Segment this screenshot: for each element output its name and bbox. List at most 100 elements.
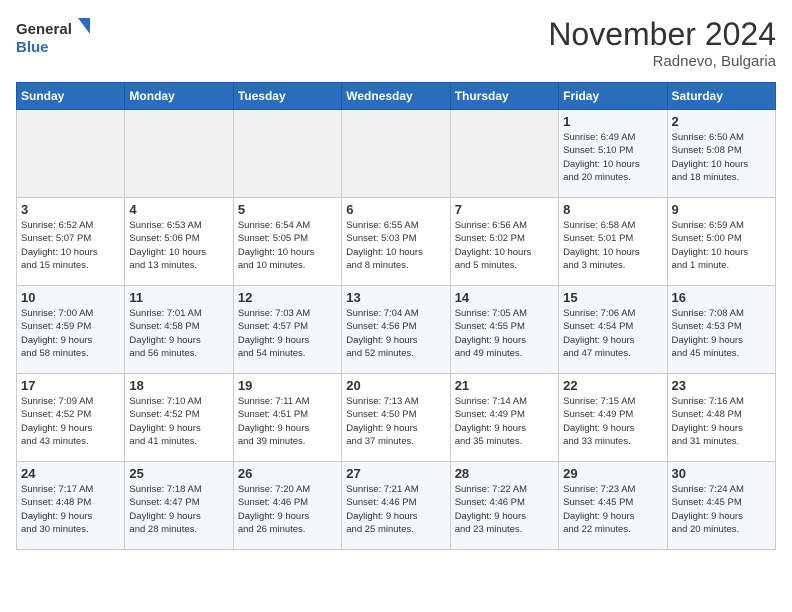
day-number: 13 (346, 290, 445, 305)
calendar-cell: 28 Sunrise: 7:22 AM Sunset: 4:46 PM Dayli… (450, 462, 558, 550)
calendar-cell: 2 Sunrise: 6:50 AM Sunset: 5:08 PM Daylig… (667, 110, 775, 198)
day-info: Sunrise: 6:50 AM Sunset: 5:08 PM Dayligh… (672, 131, 771, 184)
day-info: Sunrise: 7:23 AM Sunset: 4:45 PM Dayligh… (563, 483, 662, 536)
day-number: 15 (563, 290, 662, 305)
day-number: 16 (672, 290, 771, 305)
calendar-cell: 15 Sunrise: 7:06 AM Sunset: 4:54 PM Dayli… (559, 286, 667, 374)
day-number: 28 (455, 466, 554, 481)
header-row: SundayMondayTuesdayWednesdayThursdayFrid… (17, 83, 776, 110)
calendar-cell: 11Sunrise: 7:01 AM Sunset: 4:58 PM Dayli… (125, 286, 233, 374)
day-number: 21 (455, 378, 554, 393)
day-info: Sunrise: 7:24 AM Sunset: 4:45 PM Dayligh… (672, 483, 771, 536)
calendar-cell (450, 110, 558, 198)
calendar-cell: 21 Sunrise: 7:14 AM Sunset: 4:49 PM Dayli… (450, 374, 558, 462)
day-number: 20 (346, 378, 445, 393)
day-info: Sunrise: 7:00 AM Sunset: 4:59 PM Dayligh… (21, 307, 120, 360)
day-header: Saturday (667, 83, 775, 110)
day-info: Sunrise: 7:13 AM Sunset: 4:50 PM Dayligh… (346, 395, 445, 448)
day-info: Sunrise: 7:18 AM Sunset: 4:47 PM Dayligh… (129, 483, 228, 536)
day-number: 14 (455, 290, 554, 305)
day-info: Sunrise: 6:54 AM Sunset: 5:05 PM Dayligh… (238, 219, 337, 272)
day-number: 1 (563, 114, 662, 129)
day-number: 27 (346, 466, 445, 481)
day-info: Sunrise: 7:15 AM Sunset: 4:49 PM Dayligh… (563, 395, 662, 448)
day-info: Sunrise: 6:55 AM Sunset: 5:03 PM Dayligh… (346, 219, 445, 272)
day-info: Sunrise: 7:06 AM Sunset: 4:54 PM Dayligh… (563, 307, 662, 360)
calendar-cell: 24Sunrise: 7:17 AM Sunset: 4:48 PM Dayli… (17, 462, 125, 550)
day-number: 25 (129, 466, 228, 481)
logo-svg: General Blue (16, 16, 96, 60)
day-info: Sunrise: 7:21 AM Sunset: 4:46 PM Dayligh… (346, 483, 445, 536)
day-number: 3 (21, 202, 120, 217)
svg-text:General: General (16, 21, 72, 38)
day-number: 2 (672, 114, 771, 129)
day-header: Friday (559, 83, 667, 110)
calendar-cell: 14 Sunrise: 7:05 AM Sunset: 4:55 PM Dayli… (450, 286, 558, 374)
calendar-week: 1 Sunrise: 6:49 AM Sunset: 5:10 PM Daylig… (17, 110, 776, 198)
day-number: 22 (563, 378, 662, 393)
day-number: 18 (129, 378, 228, 393)
calendar-cell: 12Sunrise: 7:03 AM Sunset: 4:57 PM Dayli… (233, 286, 341, 374)
day-header: Wednesday (342, 83, 450, 110)
day-info: Sunrise: 7:22 AM Sunset: 4:46 PM Dayligh… (455, 483, 554, 536)
calendar-cell: 19 Sunrise: 7:11 AM Sunset: 4:51 PM Dayli… (233, 374, 341, 462)
calendar-cell: 3 Sunrise: 6:52 AM Sunset: 5:07 PM Daylig… (17, 198, 125, 286)
page-header: General Blue November 2024 Radnevo, Bulg… (16, 16, 776, 70)
title-block: November 2024 Radnevo, Bulgaria (548, 16, 776, 70)
calendar-cell: 25 Sunrise: 7:18 AM Sunset: 4:47 PM Dayli… (125, 462, 233, 550)
day-header: Tuesday (233, 83, 341, 110)
svg-text:Blue: Blue (16, 39, 49, 56)
day-info: Sunrise: 7:09 AM Sunset: 4:52 PM Dayligh… (21, 395, 120, 448)
day-number: 6 (346, 202, 445, 217)
day-number: 9 (672, 202, 771, 217)
day-info: Sunrise: 7:05 AM Sunset: 4:55 PM Dayligh… (455, 307, 554, 360)
calendar-cell: 26Sunrise: 7:20 AM Sunset: 4:46 PM Dayli… (233, 462, 341, 550)
day-number: 11 (129, 290, 228, 305)
calendar-cell (342, 110, 450, 198)
day-info: Sunrise: 6:49 AM Sunset: 5:10 PM Dayligh… (563, 131, 662, 184)
day-info: Sunrise: 6:53 AM Sunset: 5:06 PM Dayligh… (129, 219, 228, 272)
calendar-week: 24Sunrise: 7:17 AM Sunset: 4:48 PM Dayli… (17, 462, 776, 550)
calendar-cell: 16Sunrise: 7:08 AM Sunset: 4:53 PM Dayli… (667, 286, 775, 374)
day-header: Monday (125, 83, 233, 110)
calendar-cell: 27 Sunrise: 7:21 AM Sunset: 4:46 PM Dayli… (342, 462, 450, 550)
day-number: 19 (238, 378, 337, 393)
calendar-cell: 7Sunrise: 6:56 AM Sunset: 5:02 PM Daylig… (450, 198, 558, 286)
calendar-cell (17, 110, 125, 198)
day-info: Sunrise: 7:11 AM Sunset: 4:51 PM Dayligh… (238, 395, 337, 448)
day-number: 4 (129, 202, 228, 217)
day-info: Sunrise: 6:59 AM Sunset: 5:00 PM Dayligh… (672, 219, 771, 272)
day-number: 26 (238, 466, 337, 481)
day-info: Sunrise: 7:16 AM Sunset: 4:48 PM Dayligh… (672, 395, 771, 448)
calendar-cell (233, 110, 341, 198)
day-info: Sunrise: 6:52 AM Sunset: 5:07 PM Dayligh… (21, 219, 120, 272)
day-header: Sunday (17, 83, 125, 110)
calendar-cell: 1 Sunrise: 6:49 AM Sunset: 5:10 PM Daylig… (559, 110, 667, 198)
calendar-cell: 20 Sunrise: 7:13 AM Sunset: 4:50 PM Dayli… (342, 374, 450, 462)
day-info: Sunrise: 7:03 AM Sunset: 4:57 PM Dayligh… (238, 307, 337, 360)
calendar-week: 3 Sunrise: 6:52 AM Sunset: 5:07 PM Daylig… (17, 198, 776, 286)
calendar-cell: 8 Sunrise: 6:58 AM Sunset: 5:01 PM Daylig… (559, 198, 667, 286)
logo: General Blue (16, 16, 96, 60)
day-info: Sunrise: 7:04 AM Sunset: 4:56 PM Dayligh… (346, 307, 445, 360)
day-number: 8 (563, 202, 662, 217)
calendar-cell: 4 Sunrise: 6:53 AM Sunset: 5:06 PM Daylig… (125, 198, 233, 286)
day-info: Sunrise: 7:17 AM Sunset: 4:48 PM Dayligh… (21, 483, 120, 536)
calendar-cell: 5 Sunrise: 6:54 AM Sunset: 5:05 PM Daylig… (233, 198, 341, 286)
calendar-cell: 10Sunrise: 7:00 AM Sunset: 4:59 PM Dayli… (17, 286, 125, 374)
calendar-week: 10Sunrise: 7:00 AM Sunset: 4:59 PM Dayli… (17, 286, 776, 374)
calendar-week: 17Sunrise: 7:09 AM Sunset: 4:52 PM Dayli… (17, 374, 776, 462)
day-info: Sunrise: 7:14 AM Sunset: 4:49 PM Dayligh… (455, 395, 554, 448)
day-info: Sunrise: 7:10 AM Sunset: 4:52 PM Dayligh… (129, 395, 228, 448)
calendar-cell: 23Sunrise: 7:16 AM Sunset: 4:48 PM Dayli… (667, 374, 775, 462)
day-number: 29 (563, 466, 662, 481)
calendar-cell (125, 110, 233, 198)
calendar-cell: 6 Sunrise: 6:55 AM Sunset: 5:03 PM Daylig… (342, 198, 450, 286)
day-info: Sunrise: 6:56 AM Sunset: 5:02 PM Dayligh… (455, 219, 554, 272)
month-title: November 2024 (548, 16, 776, 53)
day-info: Sunrise: 6:58 AM Sunset: 5:01 PM Dayligh… (563, 219, 662, 272)
calendar-cell: 9 Sunrise: 6:59 AM Sunset: 5:00 PM Daylig… (667, 198, 775, 286)
calendar-cell: 18 Sunrise: 7:10 AM Sunset: 4:52 PM Dayli… (125, 374, 233, 462)
calendar-cell: 22 Sunrise: 7:15 AM Sunset: 4:49 PM Dayli… (559, 374, 667, 462)
day-number: 5 (238, 202, 337, 217)
